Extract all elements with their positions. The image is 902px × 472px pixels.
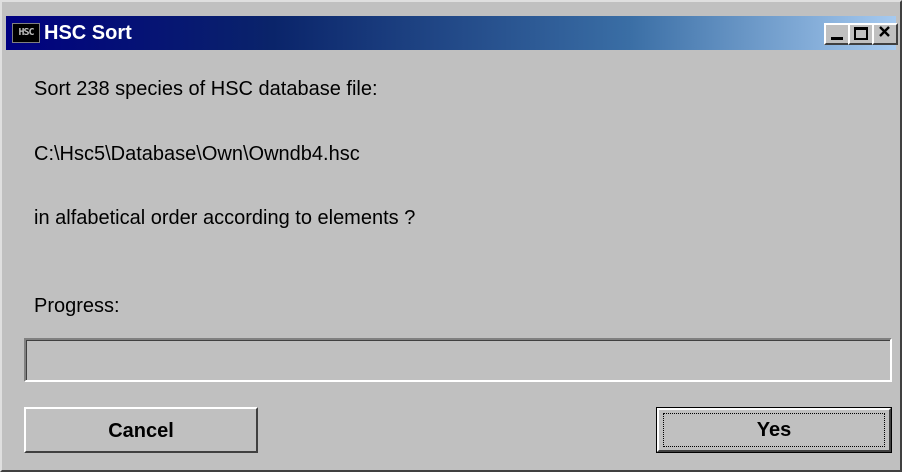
- cancel-button[interactable]: Cancel: [24, 407, 258, 453]
- yes-button[interactable]: Yes: [656, 407, 892, 453]
- close-button[interactable]: [872, 23, 898, 45]
- minimize-icon: [831, 37, 843, 40]
- progress-bar-inset: [26, 340, 890, 380]
- database-file-path: C:\Hsc5\Database\Own\Owndb4.hsc: [34, 143, 360, 165]
- maximize-icon: [854, 27, 868, 40]
- cancel-button-label: Cancel: [108, 420, 174, 442]
- yes-button-label: Yes: [756, 419, 792, 441]
- progress-label: Progress:: [34, 295, 120, 317]
- progress-bar: [24, 338, 892, 382]
- sort-message-line: Sort 238 species of HSC database file:: [34, 78, 378, 100]
- app-icon-text: HSC: [18, 27, 34, 38]
- sort-question: in alfabetical order according to elemen…: [34, 207, 416, 229]
- hsc-app-icon[interactable]: HSC: [12, 23, 40, 43]
- hsc-sort-dialog: HSC HSC Sort Sort 238 species of HSC dat…: [0, 0, 902, 472]
- minimize-button[interactable]: [824, 23, 850, 45]
- maximize-button[interactable]: [848, 23, 874, 45]
- close-icon: [879, 26, 890, 37]
- window-title: HSC Sort: [44, 22, 132, 44]
- title-bar[interactable]: HSC HSC Sort: [6, 16, 898, 50]
